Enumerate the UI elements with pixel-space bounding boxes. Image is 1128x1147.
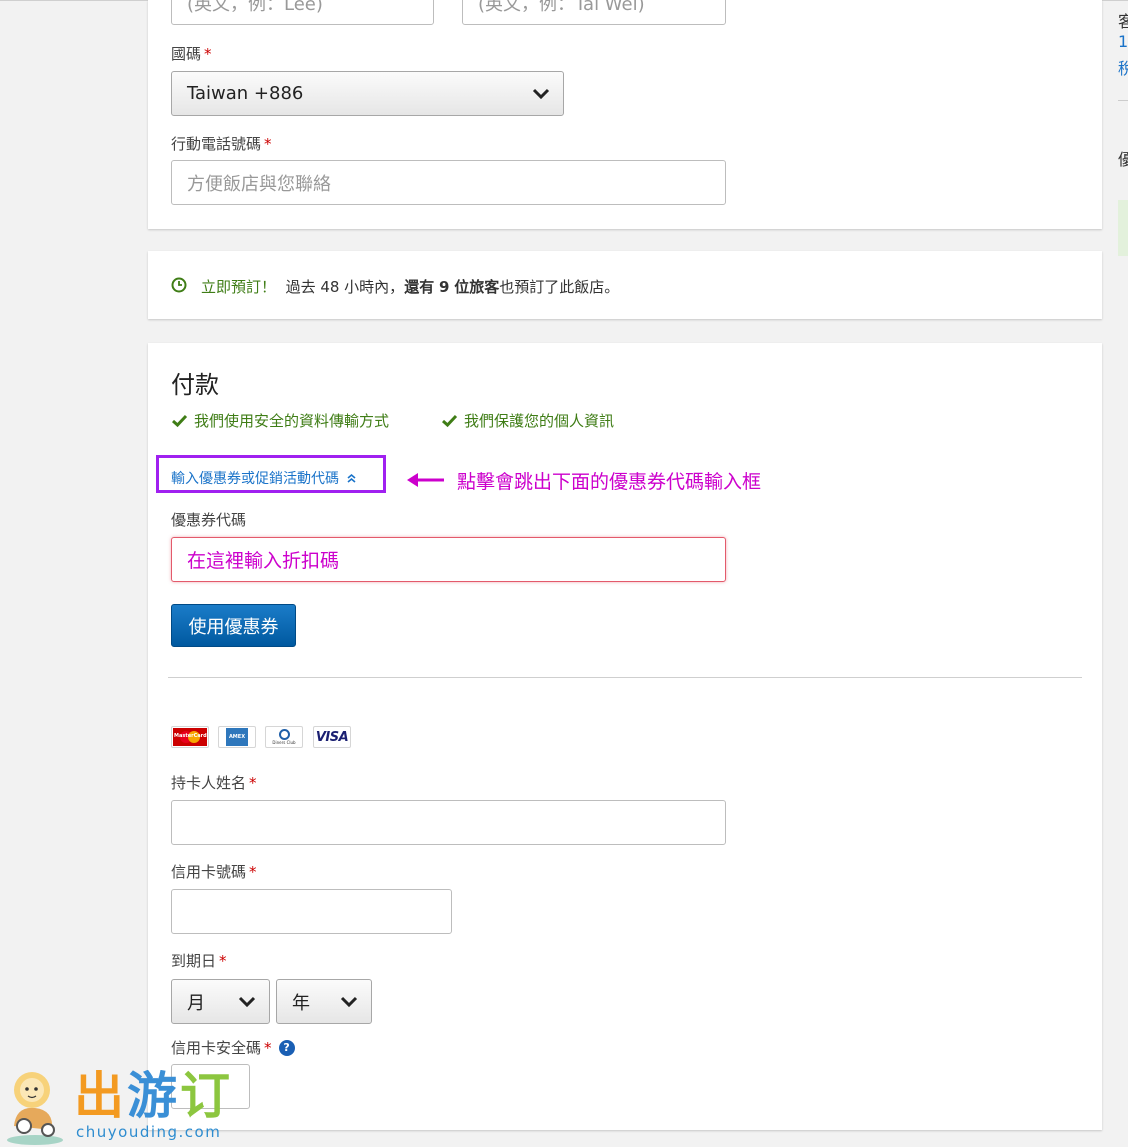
mastercard-logo: MasterCard	[171, 726, 209, 748]
urgency-lead: 立即預訂！	[201, 278, 277, 296]
check-icon	[172, 414, 188, 428]
expiry-month-select[interactable]: 月	[171, 979, 270, 1024]
phone-input[interactable]: 方便飯店與您聯絡	[171, 160, 726, 205]
cardholder-label: 持卡人姓名 *	[171, 774, 257, 792]
card-number-input[interactable]	[171, 889, 452, 934]
side-divider	[1118, 100, 1128, 101]
clock-icon	[171, 277, 187, 293]
watermark-domain: chuyouding.com	[76, 1123, 222, 1141]
side-char-1: 客	[1118, 12, 1128, 31]
annotation-arrow-icon	[407, 473, 444, 487]
card-number-label: 信用卡號碼 *	[171, 863, 257, 881]
required-mark: *	[264, 135, 272, 153]
surname-input[interactable]: (英文，例：Lee)	[171, 0, 434, 25]
urgency-count: 9	[438, 278, 450, 296]
diners-club-logo: Diners Club	[265, 726, 303, 748]
amex-logo: AMEX	[218, 726, 256, 748]
chevron-down-icon	[532, 88, 550, 99]
apply-coupon-button[interactable]: 使用優惠券	[171, 604, 296, 647]
payment-title: 付款	[171, 371, 219, 399]
annotation-text: 點擊會跳出下面的優惠券代碼輸入框	[457, 471, 762, 493]
expiry-month-value: 月	[187, 992, 205, 1014]
urgency-bold-suffix: 位旅客	[454, 278, 500, 296]
mascot-logo-icon	[7, 1072, 63, 1145]
contact-card: (英文，例：Lee) (英文，例：Tai Wei) 國碼 * Taiwan +88…	[148, 0, 1102, 229]
chevron-down-icon	[238, 996, 256, 1007]
given-name-input[interactable]: (英文，例：Tai Wei)	[462, 0, 726, 25]
given-name-placeholder: (英文，例：Tai Wei)	[478, 0, 645, 15]
watermark: 出游订 chuyouding.com	[0, 1062, 240, 1147]
urgency-text-after: 也預訂了此飯店。	[499, 278, 620, 296]
help-icon[interactable]: ?	[278, 1039, 295, 1056]
country-code-label: 國碼 *	[171, 45, 212, 63]
urgency-bold-prefix: 還有	[404, 278, 435, 296]
required-mark: *	[219, 952, 227, 970]
side-char-3: 稅	[1118, 59, 1128, 78]
urgency-card: 立即預訂！ 過去 48 小時內，還有 9 位旅客也預訂了此飯店。	[148, 251, 1102, 319]
watermark-brand: 出游订	[74, 1067, 233, 1125]
chevron-down-icon	[340, 996, 358, 1007]
diners-circle-icon	[278, 729, 290, 740]
side-green-strip	[1118, 200, 1128, 256]
phone-placeholder: 方便飯店與您聯絡	[187, 173, 331, 195]
check-icon	[442, 414, 458, 428]
expiry-year-select[interactable]: 年	[276, 979, 372, 1024]
required-mark: *	[264, 1038, 272, 1057]
coupon-toggle-link[interactable]: 輸入優惠券或促銷活動代碼	[171, 468, 356, 488]
required-mark: *	[249, 863, 257, 881]
required-mark: *	[249, 774, 257, 792]
privacy-note: 我們保護您的個人資訊	[441, 410, 614, 431]
apply-coupon-label: 使用優惠券	[188, 616, 279, 638]
section-divider	[168, 677, 1082, 678]
cardholder-input[interactable]	[171, 800, 726, 845]
visa-logo: VISA	[313, 726, 351, 748]
coupon-label: 優惠券代碼	[171, 511, 247, 529]
coupon-input[interactable]: 在這裡輸入折扣碼	[171, 537, 726, 582]
double-chevron-up-icon	[347, 473, 356, 483]
phone-label: 行動電話號碼 *	[171, 135, 272, 153]
country-code-value: Taiwan +886	[187, 83, 304, 104]
side-char-2: 1	[1118, 32, 1128, 51]
secure-transfer-note: 我們使用安全的資料傳輸方式	[171, 410, 389, 431]
surname-placeholder: (英文，例：Lee)	[187, 0, 323, 15]
expiry-label: 到期日 *	[171, 952, 227, 970]
cvv-label: 信用卡安全碼 * ?	[171, 1037, 295, 1058]
required-mark: *	[204, 45, 212, 63]
urgency-message: 立即預訂！ 過去 48 小時內，還有 9 位旅客也預訂了此飯店。	[201, 276, 619, 297]
amex-box-icon: AMEX	[226, 728, 248, 746]
side-char-4: 優	[1118, 150, 1128, 169]
country-code-select[interactable]: Taiwan +886	[171, 71, 564, 116]
coupon-value: 在這裡輸入折扣碼	[187, 550, 340, 572]
expiry-year-value: 年	[292, 992, 310, 1014]
urgency-text-before: 過去 48 小時內，	[285, 278, 405, 296]
mastercard-circles-icon: MasterCard	[173, 728, 207, 746]
side-panel: 客 1 稅 優	[1102, 0, 1128, 1147]
